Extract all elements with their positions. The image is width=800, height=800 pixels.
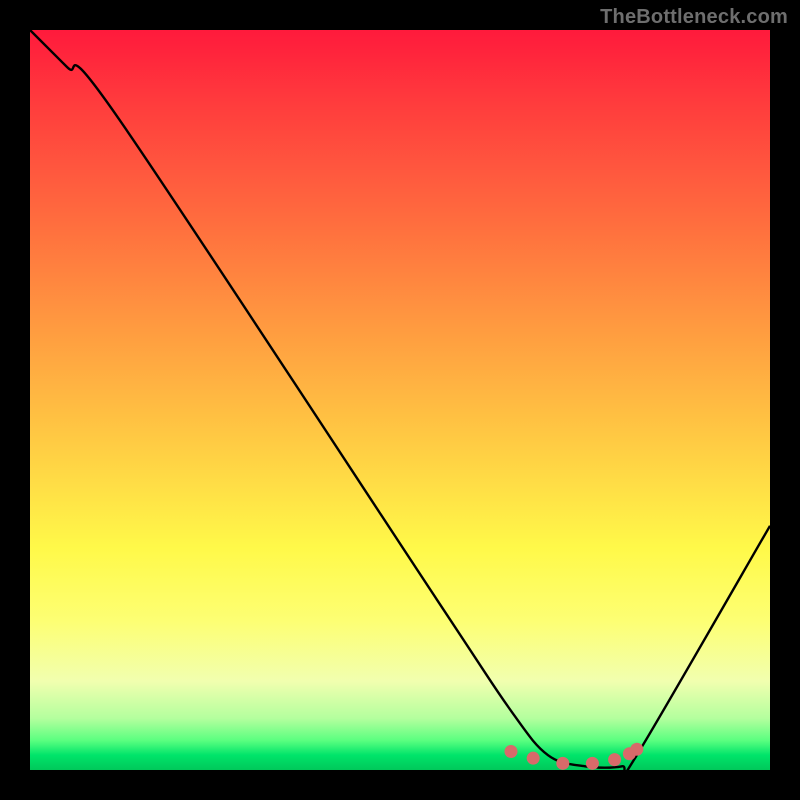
watermark-text: TheBottleneck.com <box>600 6 788 29</box>
curve-svg <box>30 30 770 770</box>
marker-dot <box>505 745 518 758</box>
marker-dot <box>527 752 540 765</box>
marker-dot <box>586 757 599 770</box>
plot-area <box>30 30 770 770</box>
chart-frame: TheBottleneck.com <box>0 0 800 800</box>
marker-dot <box>608 753 621 766</box>
marker-dot <box>556 757 569 770</box>
bottleneck-curve-line <box>30 30 770 770</box>
marker-dot <box>630 743 643 756</box>
